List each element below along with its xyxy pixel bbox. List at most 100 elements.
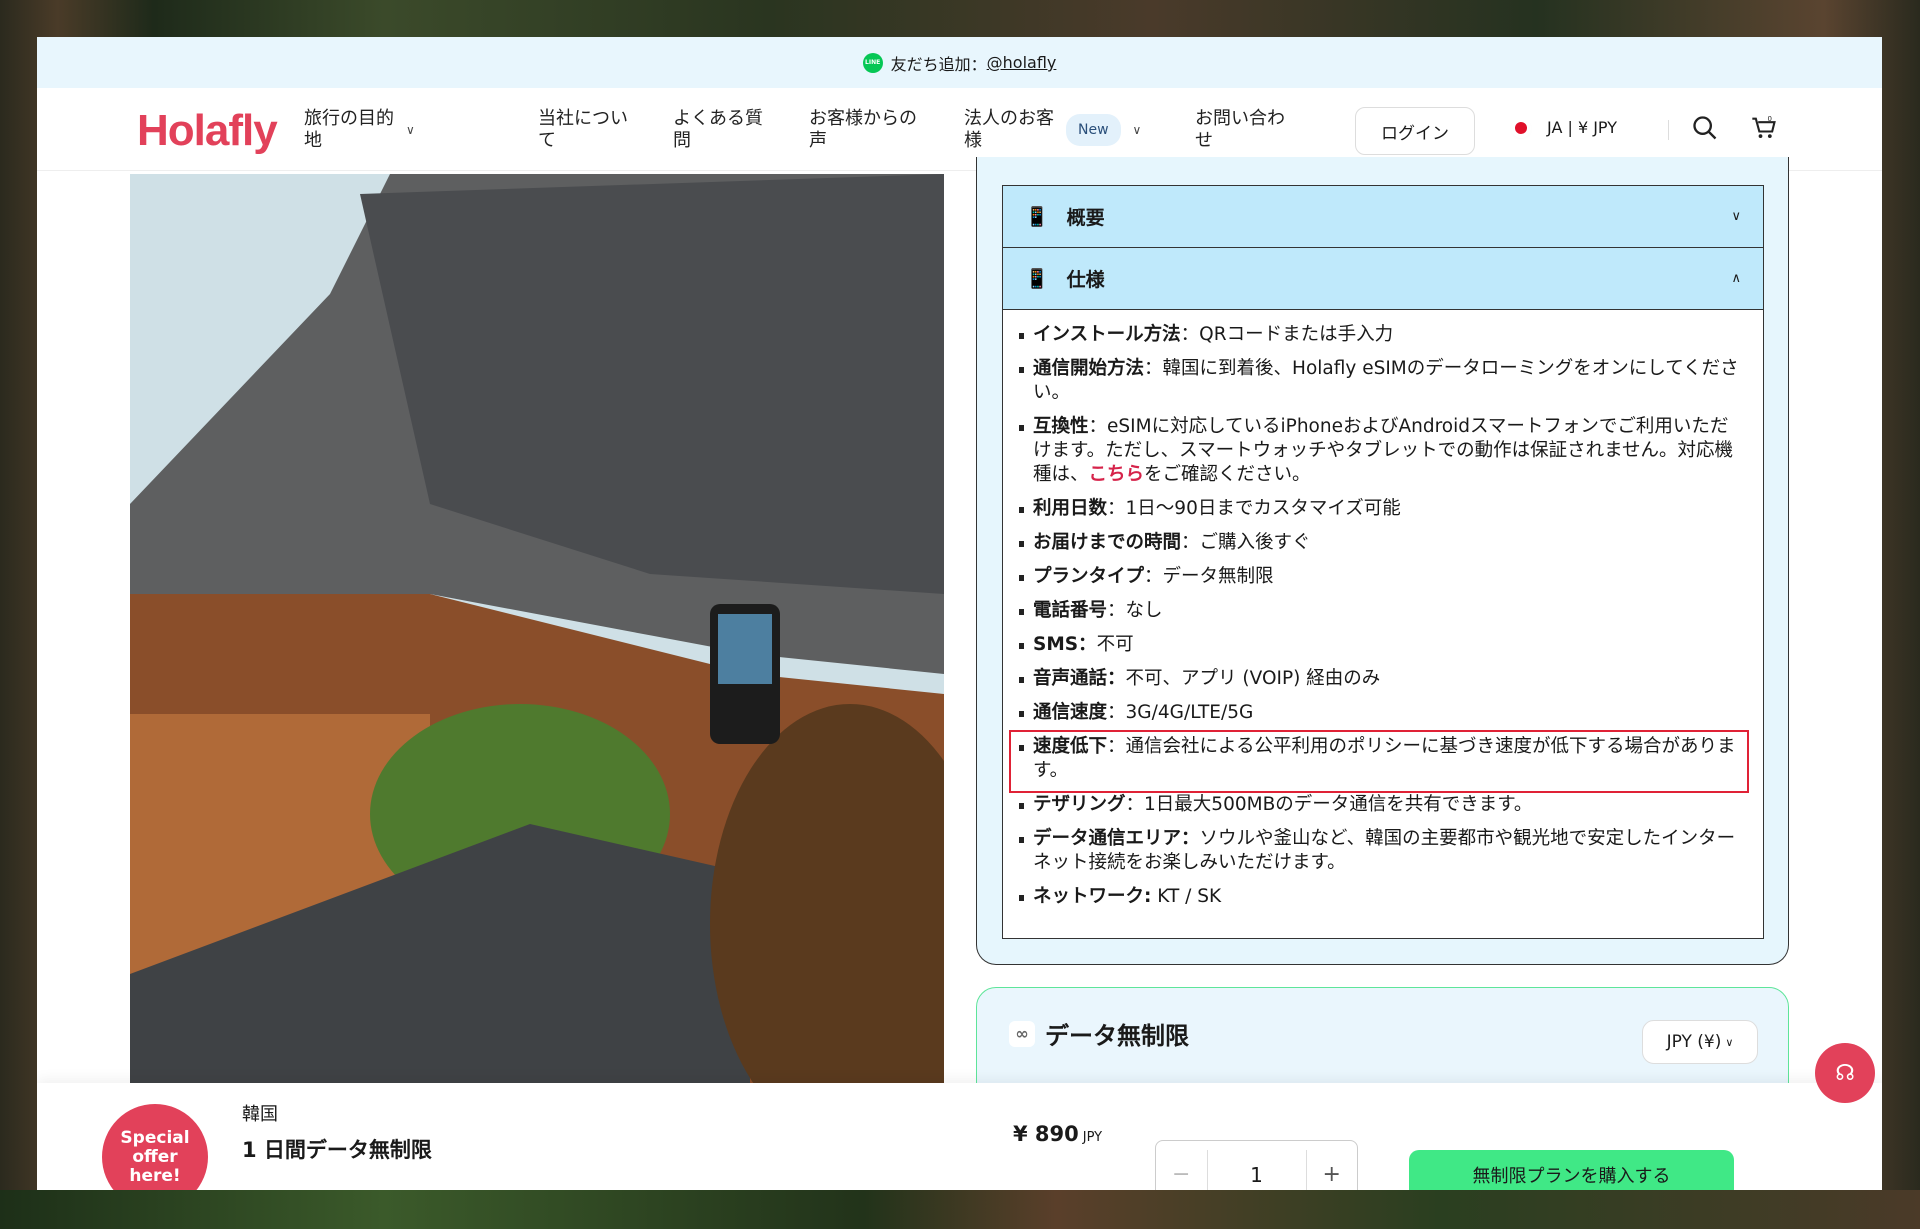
spec-item: 利用日数：1日〜90日までカスタマイズ可能 <box>1019 497 1743 521</box>
spec-label: ネットワーク: <box>1033 886 1152 907</box>
phone-download-icon: 📱 <box>1025 268 1049 290</box>
spec-value: 不可、アプリ (VOIP) 経由のみ <box>1125 668 1381 689</box>
spec-item: ネットワーク: KT / SK <box>1019 885 1743 909</box>
decrement-button[interactable]: − <box>1156 1141 1207 1190</box>
chevron-up-icon: ∧ <box>1731 271 1741 286</box>
divider <box>1668 120 1669 140</box>
nav-reviews[interactable]: お客様からの 声 <box>809 108 917 152</box>
spec-sep: ： <box>1144 566 1163 587</box>
spec-sep: ： <box>1088 416 1108 437</box>
spec-item: 通信開始方法：韓国に到着後、Holafly eSIMのデータローミングをオンにし… <box>1019 357 1743 405</box>
spec-value: KT / SK <box>1151 886 1222 907</box>
spec-sep: ： <box>1125 794 1145 815</box>
spec-label: お届けまでの時間 <box>1033 532 1182 553</box>
holafly-logo[interactable]: Holafly <box>137 106 278 156</box>
specs-list: インストール方法：QRコードまたは手入力 通信開始方法：韓国に到着後、Holafl… <box>1003 310 1763 909</box>
spec-value: ご購入後すぐ <box>1199 532 1311 553</box>
cart-icon[interactable]: 0 <box>1750 114 1778 142</box>
price: ¥ 890 JPY <box>1013 1122 1102 1146</box>
nav-contact[interactable]: お問い合わ せ <box>1195 108 1285 152</box>
nav-destinations[interactable]: 旅行の目的 地 ∨ <box>304 108 415 152</box>
spec-sep: ： <box>1107 600 1126 621</box>
spec-label: 電話番号 <box>1033 600 1108 621</box>
chevron-down-icon: ∨ <box>1132 123 1142 137</box>
spec-label: SMS： <box>1033 634 1097 655</box>
spec-label: 音声通話： <box>1033 668 1126 689</box>
spec-sep: ： <box>1144 358 1163 379</box>
spec-sep: ： <box>1107 736 1126 757</box>
spec-sep: ： <box>1180 324 1200 345</box>
new-badge: New <box>1066 114 1121 146</box>
spec-sep: ： <box>1107 498 1126 519</box>
buy-unlimited-plan-button[interactable]: 無制限プランを購入する <box>1409 1150 1734 1190</box>
currency-label: JPY (¥) <box>1666 1032 1722 1052</box>
phone-check-icon: 📱 <box>1025 206 1049 228</box>
spec-item: SMS：不可 <box>1019 633 1743 657</box>
price-unit: JPY <box>1082 1130 1103 1145</box>
product-title: 1 日間データ無制限 <box>242 1138 432 1162</box>
spec-label: データ通信エリア： <box>1033 828 1200 849</box>
price-value: ¥ 890 <box>1013 1122 1079 1146</box>
chevron-down-icon: ∨ <box>1731 209 1741 224</box>
svg-text:0: 0 <box>1768 115 1772 123</box>
nav-label: お問い合わ せ <box>1195 108 1285 151</box>
accordion-overview[interactable]: 📱 概要 ∨ <box>1003 186 1763 248</box>
compatibility-link[interactable]: こちら <box>1089 464 1145 485</box>
spec-value: 通信会社による公平利用のポリシーに基づき速度が低下する場合があります。 <box>1033 736 1736 781</box>
japan-flag-icon <box>1515 121 1527 134</box>
spec-item: テザリング：1日最大500MBのデータ通信を共有できます。 <box>1019 793 1743 817</box>
accordion: 📱 概要 ∨ 📱 仕様 ∧ インストール方法：QRコードまたは手入力 通信開始方法… <box>1002 185 1764 939</box>
quantity-stepper: − 1 + <box>1155 1140 1358 1190</box>
spec-value: なし <box>1125 600 1163 621</box>
line-banner[interactable]: LINE 友だち追加： @holafly <box>37 37 1882 88</box>
spec-label: インストール方法 <box>1033 324 1181 345</box>
nav-about[interactable]: 当社につい て <box>538 108 628 152</box>
locale-label: JA | ¥ JPY <box>1547 118 1617 137</box>
nav-label: お客様からの 声 <box>809 108 917 151</box>
product-photo <box>130 174 944 1083</box>
spec-item: お届けまでの時間：ご購入後すぐ <box>1019 531 1743 555</box>
chat-support-button[interactable]: ☊ <box>1815 1043 1875 1103</box>
nav-business[interactable]: 法人のお客 様 New ∨ <box>964 108 1141 152</box>
product-details-panel: 📱 概要 ∨ 📱 仕様 ∧ インストール方法：QRコードまたは手入力 通信開始方法… <box>976 157 1789 965</box>
currency-select[interactable]: JPY (¥) ∨ <box>1642 1020 1758 1064</box>
spec-sep: ： <box>1181 532 1200 553</box>
spec-label: 通信速度 <box>1033 702 1108 723</box>
chevron-down-icon: ∨ <box>1725 1035 1734 1049</box>
spec-value: をご確認ください。 <box>1144 464 1311 485</box>
login-button[interactable]: ログイン <box>1355 107 1475 155</box>
plan-title: データ無制限 <box>1045 1022 1189 1050</box>
spec-value: 3G/4G/LTE/5G <box>1125 702 1254 723</box>
line-icon: LINE <box>862 52 883 73</box>
spec-label: プランタイプ <box>1033 566 1145 587</box>
spec-value: 1日最大500MBのデータ通信を共有できます。 <box>1144 794 1533 815</box>
banner-handle-link[interactable]: @holafly <box>987 53 1057 72</box>
accordion-title: 概要 <box>1066 207 1105 229</box>
spec-item: プランタイプ：データ無制限 <box>1019 565 1743 589</box>
search-icon[interactable] <box>1691 114 1719 142</box>
nav-label: よくある質 問 <box>673 108 763 151</box>
spec-label: 利用日数 <box>1033 498 1108 519</box>
locale-selector[interactable]: JA | ¥ JPY <box>1515 118 1617 137</box>
spec-item: インストール方法：QRコードまたは手入力 <box>1019 323 1743 347</box>
spec-item: 互換性：eSIMに対応しているiPhoneおよびAndroidスマートフォンでご… <box>1019 415 1743 487</box>
spec-label: テザリング <box>1033 794 1126 815</box>
spec-value: 不可 <box>1096 634 1134 655</box>
headset-icon: ☊ <box>1835 1060 1855 1086</box>
spec-value: データ無制限 <box>1162 566 1274 587</box>
spec-value: QRコードまたは手入力 <box>1199 324 1394 345</box>
spec-item: 音声通話：不可、アプリ (VOIP) 経由のみ <box>1019 667 1743 691</box>
accordion-specs[interactable]: 📱 仕様 ∧ <box>1003 248 1763 310</box>
spec-label: 通信開始方法 <box>1033 358 1145 379</box>
spec-item: 速度低下：通信会社による公平利用のポリシーに基づき速度が低下する場合があります。 <box>1019 735 1743 783</box>
nav-faq[interactable]: よくある質 問 <box>673 108 763 152</box>
spec-item: データ通信エリア：ソウルや釜山など、韓国の主要都市や観光地で安定したインターネッ… <box>1019 827 1743 875</box>
spec-item: 電話番号：なし <box>1019 599 1743 623</box>
spec-label: 互換性 <box>1033 416 1089 437</box>
nav-label: 当社につい て <box>538 108 628 151</box>
quantity-value[interactable]: 1 <box>1206 1149 1307 1190</box>
increment-button[interactable]: + <box>1307 1141 1358 1190</box>
special-offer-text: Special offer here! <box>120 1127 190 1186</box>
chevron-down-icon: ∨ <box>406 123 415 137</box>
banner-text: 友だち追加： <box>890 54 987 74</box>
